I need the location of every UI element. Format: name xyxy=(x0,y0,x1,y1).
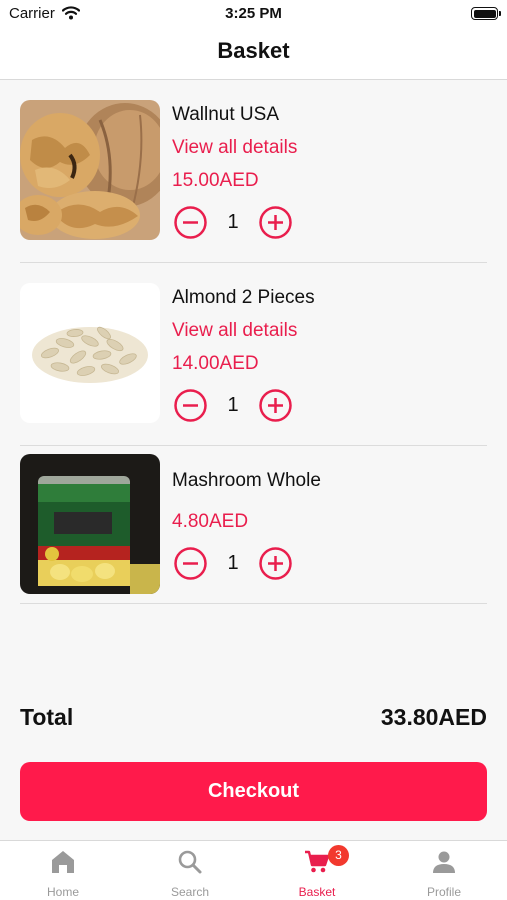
tab-home[interactable]: Home xyxy=(0,841,126,900)
basket-item: Almond 2 Pieces View all details 14.00AE… xyxy=(20,263,487,446)
tab-label: Search xyxy=(170,885,210,899)
search-icon xyxy=(178,850,202,874)
walnut-image[interactable] xyxy=(20,100,160,240)
basket-item: Mashroom Whole 4.80AED 1 xyxy=(20,446,487,604)
item-price: 15.00AED xyxy=(172,170,259,191)
view-details-link[interactable]: View all details xyxy=(172,137,297,159)
item-price: 4.80AED xyxy=(172,511,249,532)
tab-label: Profile xyxy=(426,885,461,899)
minus-icon[interactable] xyxy=(174,206,207,239)
item-name: Wallnut USA xyxy=(172,104,279,125)
basket-item: Wallnut USA View all details 15.00AED 1 xyxy=(20,80,487,263)
total-label: Total xyxy=(20,704,74,730)
profile-icon xyxy=(433,851,455,873)
tab-profile[interactable]: Profile xyxy=(381,841,507,900)
plus-icon[interactable] xyxy=(259,206,292,239)
tab-label: Basket xyxy=(298,885,336,899)
tab-search[interactable]: Search xyxy=(127,841,253,900)
tab-bar: Home Search 3 Basket Profile xyxy=(0,840,507,900)
home-icon xyxy=(52,851,74,873)
tab-label: Home xyxy=(46,885,79,899)
tab-basket[interactable]: 3 Basket xyxy=(254,841,380,900)
view-details-link[interactable]: View all details xyxy=(172,320,297,342)
almond-image[interactable] xyxy=(20,283,160,423)
plus-icon[interactable] xyxy=(259,389,292,422)
cart-badge: 3 xyxy=(328,845,349,866)
cart-icon xyxy=(305,850,330,873)
quantity-value: 1 xyxy=(227,394,239,416)
quantity-value: 1 xyxy=(227,211,239,233)
minus-icon[interactable] xyxy=(174,547,207,580)
battery-icon xyxy=(471,7,501,20)
checkout-button[interactable]: Checkout xyxy=(20,762,487,821)
total-value: 33.80AED xyxy=(380,704,487,730)
status-bar: Carrier 3:25 PM xyxy=(0,0,507,28)
page-title: Basket xyxy=(217,38,290,63)
mushroom-can-image[interactable] xyxy=(20,454,160,594)
quantity-value: 1 xyxy=(227,552,239,574)
item-price: 14.00AED xyxy=(172,353,259,374)
status-time: 3:25 PM xyxy=(225,5,282,22)
minus-icon[interactable] xyxy=(174,389,207,422)
item-name: Mashroom Whole xyxy=(172,470,321,491)
item-name: Almond 2 Pieces xyxy=(172,287,315,308)
plus-icon[interactable] xyxy=(259,547,292,580)
nav-bar: Basket xyxy=(0,28,507,80)
